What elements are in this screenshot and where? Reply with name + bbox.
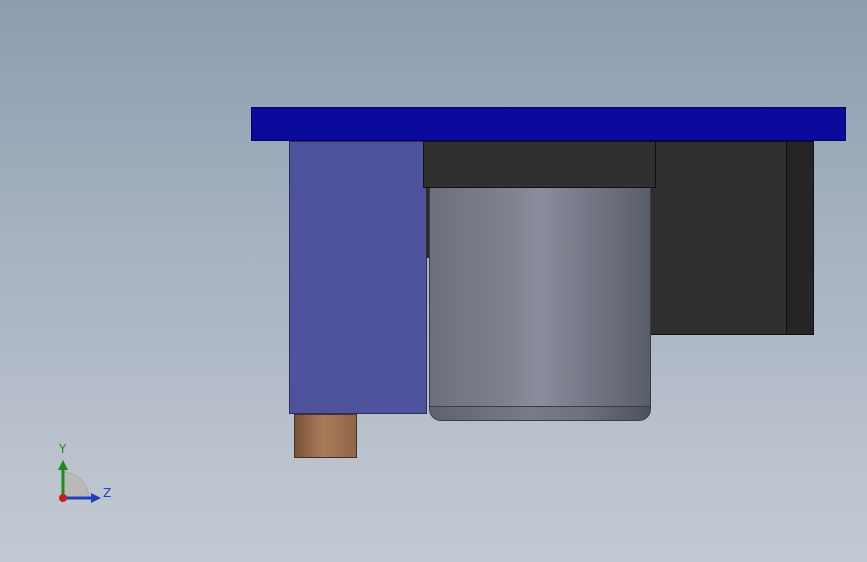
cylinder[interactable] xyxy=(429,188,651,421)
graphics-viewport[interactable]: Y Z xyxy=(0,0,867,562)
copper-pin[interactable] xyxy=(294,414,357,458)
triad-z-label: Z xyxy=(103,486,112,500)
dark-body[interactable] xyxy=(650,141,787,335)
cylinder-bottom-band xyxy=(430,406,650,420)
x-axis-dot-icon xyxy=(59,494,67,502)
y-axis-arrow-icon xyxy=(58,460,68,470)
triad-y-label: Y xyxy=(59,442,67,456)
triad-plane-quadrant xyxy=(62,471,90,499)
dark-side-face[interactable] xyxy=(786,141,814,335)
blue-block[interactable] xyxy=(289,141,427,414)
z-axis-arrow-icon xyxy=(91,493,101,503)
top-plate[interactable] xyxy=(251,107,846,141)
dark-cap[interactable] xyxy=(423,141,656,188)
